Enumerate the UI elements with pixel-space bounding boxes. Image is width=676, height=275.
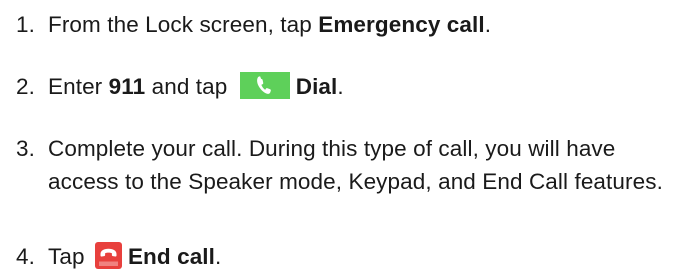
step-text-after: . [337, 74, 344, 99]
end-call-icon [94, 242, 122, 269]
step-3: 3. Complete your call. During this type … [16, 132, 668, 198]
dial-label: Dial [295, 74, 338, 99]
step-number: 1. [16, 12, 35, 37]
step-text-before: Tap [48, 244, 91, 269]
step-1: 1. From the Lock screen, tap Emergency c… [16, 8, 668, 41]
end-call-label: End call [127, 244, 216, 269]
step-text-middle: and tap [145, 74, 234, 99]
step-number: 3. [16, 136, 35, 161]
emergency-call-label: Emergency call [318, 12, 485, 37]
step-text-after: . [484, 12, 492, 37]
phone-dial-icon [239, 72, 290, 99]
step-text: Complete your call. During this type of … [48, 136, 663, 194]
step-number: 2. [16, 74, 35, 99]
step-number: 4. [16, 244, 35, 269]
step-text: From the Lock screen, tap Emergency call… [42, 8, 668, 41]
step-text: Tap End call. [42, 240, 668, 273]
step-4: 4. Tap End call. [16, 240, 668, 273]
step-text-before: Enter [48, 74, 109, 99]
instruction-steps: 1. From the Lock screen, tap Emergency c… [0, 0, 676, 275]
step-2: 2. Enter 911 and tap Dial. [16, 70, 668, 103]
emergency-number: 911 [108, 74, 146, 99]
step-text-before: From the Lock screen, tap [48, 12, 319, 37]
step-text: Enter 911 and tap Dial. [42, 70, 668, 103]
step-text-after: . [215, 244, 222, 269]
